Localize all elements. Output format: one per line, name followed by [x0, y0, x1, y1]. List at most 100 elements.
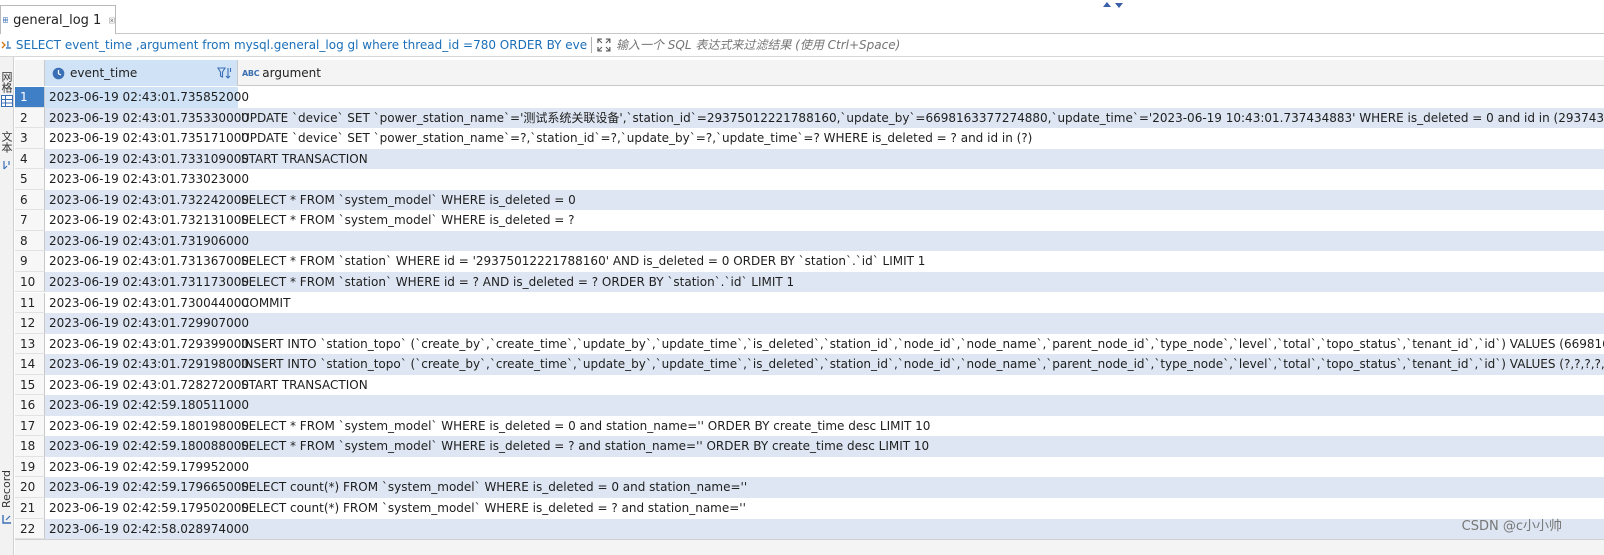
- sort-filter-icon[interactable]: [217, 65, 233, 81]
- row-number[interactable]: 13: [15, 333, 45, 355]
- cell-argument[interactable]: INSERT INTO `station_topo` (`create_by`,…: [241, 334, 1604, 355]
- row-number[interactable]: 16: [15, 395, 45, 416]
- cell-event-time[interactable]: 2023-06-19 02:42:58.028974000: [45, 519, 249, 540]
- cell-event-time[interactable]: 2023-06-19 02:42:59.180088000: [45, 436, 249, 457]
- row-number[interactable]: 3: [15, 128, 45, 149]
- row-number[interactable]: 22: [15, 518, 45, 540]
- cell-argument[interactable]: SELECT * FROM `system_model` WHERE is_de…: [241, 190, 576, 211]
- table-row[interactable]: 19 2023-06-19 02:42:59.179952000: [15, 456, 1604, 478]
- results-grid: event_time ABC argument 1 2023-06-19 02:4…: [15, 60, 1604, 555]
- cell-event-time[interactable]: 2023-06-19 02:42:59.180198000: [45, 416, 249, 437]
- row-number[interactable]: 5: [15, 169, 45, 190]
- grid-view-label[interactable]: 网格: [0, 67, 14, 97]
- cell-argument[interactable]: SELECT * FROM `system_model` WHERE is_de…: [241, 210, 575, 231]
- table-row[interactable]: 9 2023-06-19 02:43:01.731367000 SELECT * F…: [15, 251, 1604, 272]
- cell-event-time[interactable]: 2023-06-19 02:43:01.735330000: [45, 108, 249, 129]
- grid-icon[interactable]: [1, 95, 13, 107]
- expand-icon[interactable]: [596, 37, 612, 53]
- cell-argument[interactable]: UPDATE `device` SET `power_station_name`…: [241, 128, 1032, 149]
- row-number-header[interactable]: [15, 60, 45, 86]
- table-row[interactable]: 4 2023-06-19 02:43:01.733109000 START TRAN…: [15, 148, 1604, 170]
- cell-argument[interactable]: UPDATE `device` SET `power_station_name`…: [241, 108, 1604, 129]
- close-icon[interactable]: [109, 15, 115, 26]
- cell-argument[interactable]: START TRANSACTION: [241, 149, 368, 170]
- column-header-argument[interactable]: ABC argument: [238, 60, 1604, 86]
- row-number[interactable]: 2: [15, 107, 45, 129]
- row-number[interactable]: 8: [15, 230, 45, 252]
- cell-event-time[interactable]: 2023-06-19 02:42:59.179952000: [45, 457, 249, 478]
- table-row[interactable]: 21 2023-06-19 02:42:59.179502000 SELECT co…: [15, 498, 1604, 519]
- table-row[interactable]: 2 2023-06-19 02:43:01.735330000 UPDATE `de…: [15, 107, 1604, 129]
- table-row[interactable]: 11 2023-06-19 02:43:01.730044000 COMMIT: [15, 292, 1604, 314]
- row-number[interactable]: 12: [15, 313, 45, 334]
- cell-event-time[interactable]: 2023-06-19 02:43:01.735852000: [45, 87, 249, 108]
- cell-argument[interactable]: SELECT * FROM `station` WHERE id = '2937…: [241, 251, 925, 272]
- table-row[interactable]: 1 2023-06-19 02:43:01.735852000: [15, 87, 1604, 108]
- cell-argument[interactable]: INSERT INTO `station_topo` (`create_by`,…: [241, 354, 1604, 375]
- cell-event-time[interactable]: 2023-06-19 02:43:01.733023000: [45, 169, 249, 190]
- row-number[interactable]: 10: [15, 271, 45, 293]
- cell-event-time[interactable]: 2023-06-19 02:43:01.729907000: [45, 313, 249, 334]
- row-number[interactable]: 1: [15, 87, 45, 108]
- table-row[interactable]: 20 2023-06-19 02:42:59.179665000 SELECT co…: [15, 477, 1604, 498]
- row-number[interactable]: 9: [15, 251, 45, 272]
- row-number[interactable]: 20: [15, 477, 45, 498]
- table-row[interactable]: 17 2023-06-19 02:42:59.180198000 SELECT * …: [15, 415, 1604, 437]
- text-icon[interactable]: [1, 159, 13, 171]
- cell-event-time[interactable]: 2023-06-19 02:43:01.731906000: [45, 231, 249, 252]
- cell-event-time[interactable]: 2023-06-19 02:43:01.732131000: [45, 210, 249, 231]
- cell-argument[interactable]: SELECT count(*) FROM `system_model` WHER…: [241, 498, 746, 519]
- row-number[interactable]: 6: [15, 189, 45, 211]
- table-row[interactable]: 15 2023-06-19 02:43:01.728272000 START TRA…: [15, 374, 1604, 396]
- row-number[interactable]: 15: [15, 374, 45, 396]
- cell-event-time[interactable]: 2023-06-19 02:43:01.731367000: [45, 251, 249, 272]
- cell-event-time[interactable]: 2023-06-19 02:42:59.180511000: [45, 395, 249, 416]
- record-icon[interactable]: [1, 513, 13, 525]
- table-row[interactable]: 8 2023-06-19 02:43:01.731906000: [15, 230, 1604, 252]
- table-row[interactable]: 12 2023-06-19 02:43:01.729907000: [15, 313, 1604, 334]
- cell-event-time[interactable]: 2023-06-19 02:42:59.179502000: [45, 498, 249, 519]
- cell-event-time[interactable]: 2023-06-19 02:43:01.733109000: [45, 149, 249, 170]
- table-row[interactable]: 3 2023-06-19 02:43:01.735171000 UPDATE `de…: [15, 128, 1604, 149]
- filter-input[interactable]: [615, 38, 1604, 52]
- cell-argument[interactable]: SELECT * FROM `station` WHERE id = ? AND…: [241, 272, 794, 293]
- query-text[interactable]: SELECT event_time ,argument from mysql.g…: [16, 38, 587, 52]
- cell-event-time[interactable]: 2023-06-19 02:43:01.728272000: [45, 375, 249, 396]
- column-header-event-time[interactable]: event_time: [45, 60, 238, 86]
- table-row[interactable]: 7 2023-06-19 02:43:01.732131000 SELECT * F…: [15, 210, 1604, 231]
- cell-event-time[interactable]: 2023-06-19 02:43:01.735171000: [45, 128, 249, 149]
- cell-event-time[interactable]: 2023-06-19 02:43:01.732242000: [45, 190, 249, 211]
- text-type-icon: ABC: [242, 68, 260, 78]
- cell-event-time[interactable]: 2023-06-19 02:42:59.179665000: [45, 477, 249, 498]
- text-view-label[interactable]: 文本: [0, 127, 14, 157]
- table-row[interactable]: 13 2023-06-19 02:43:01.729399000 INSERT IN…: [15, 333, 1604, 355]
- record-view-label[interactable]: Record: [0, 469, 14, 509]
- tab-label: general_log 1: [13, 12, 102, 28]
- row-number[interactable]: 18: [15, 436, 45, 457]
- table-row[interactable]: 18 2023-06-19 02:42:59.180088000 SELECT * …: [15, 436, 1604, 457]
- table-row[interactable]: 5 2023-06-19 02:43:01.733023000: [15, 169, 1604, 190]
- table-row[interactable]: 16 2023-06-19 02:42:59.180511000: [15, 395, 1604, 416]
- tab-general-log[interactable]: general_log 1: [0, 5, 116, 34]
- table-row[interactable]: 10 2023-06-19 02:43:01.731173000 SELECT * …: [15, 271, 1604, 293]
- row-number[interactable]: 7: [15, 210, 45, 231]
- cell-argument[interactable]: SELECT * FROM `system_model` WHERE is_de…: [241, 436, 929, 457]
- table-row[interactable]: 6 2023-06-19 02:43:01.732242000 SELECT * F…: [15, 189, 1604, 211]
- cell-argument[interactable]: SELECT count(*) FROM `system_model` WHER…: [241, 477, 747, 498]
- cell-event-time[interactable]: 2023-06-19 02:43:01.730044000: [45, 293, 249, 314]
- row-number[interactable]: 4: [15, 148, 45, 170]
- row-number[interactable]: 11: [15, 292, 45, 313]
- cell-argument[interactable]: SELECT * FROM `system_model` WHERE is_de…: [241, 416, 930, 437]
- cell-event-time[interactable]: 2023-06-19 02:43:01.729198000: [45, 354, 249, 375]
- cell-argument[interactable]: COMMIT: [241, 293, 290, 314]
- row-number[interactable]: 17: [15, 415, 45, 437]
- table-row[interactable]: 22 2023-06-19 02:42:58.028974000: [15, 518, 1604, 540]
- row-number[interactable]: 14: [15, 354, 45, 375]
- cell-event-time[interactable]: 2023-06-19 02:43:01.729399000: [45, 334, 249, 355]
- nav-arrows-icon[interactable]: [1098, 0, 1128, 10]
- cell-event-time[interactable]: 2023-06-19 02:43:01.731173000: [45, 272, 249, 293]
- cell-argument[interactable]: START TRANSACTION: [241, 375, 368, 396]
- row-number[interactable]: 21: [15, 498, 45, 519]
- row-number[interactable]: 19: [15, 456, 45, 478]
- table-row[interactable]: 14 2023-06-19 02:43:01.729198000 INSERT IN…: [15, 354, 1604, 375]
